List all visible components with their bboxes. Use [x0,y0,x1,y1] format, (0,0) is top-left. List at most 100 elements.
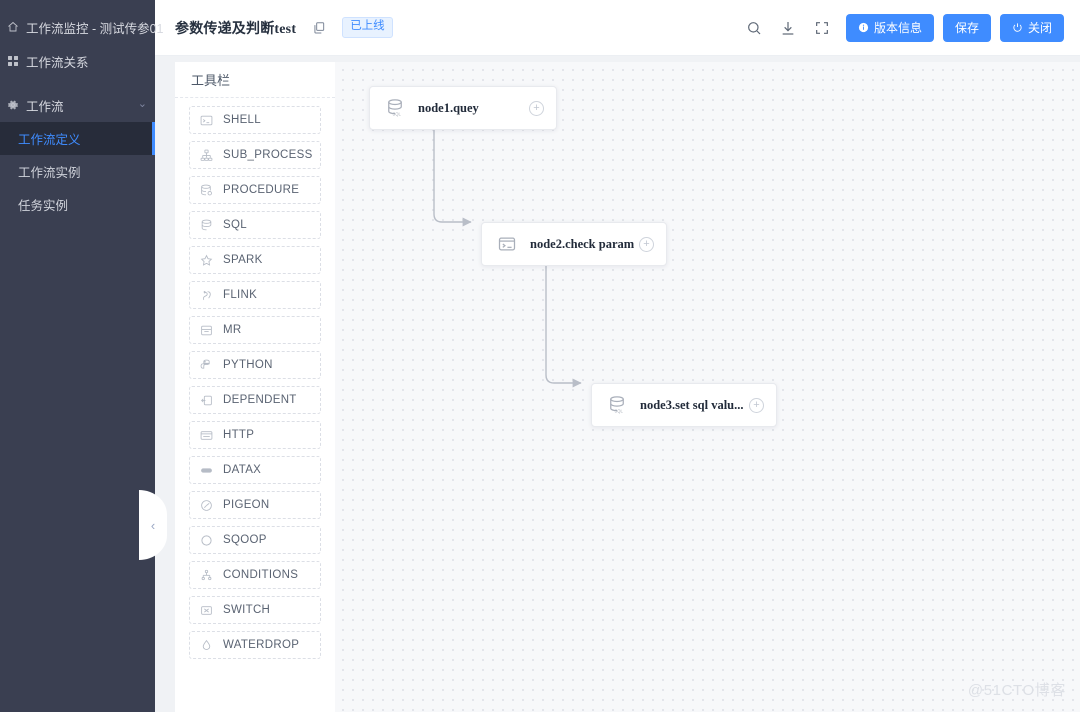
toolbar-panel: 工具栏 SHELL SUB_PROCESS PROCEDURE SQL SPAR… [175,62,335,712]
node-add-icon[interactable]: + [749,397,764,413]
toolbar-item-list: SHELL SUB_PROCESS PROCEDURE SQL SPARK FL… [175,98,335,676]
toolbar-item-procedure[interactable]: PROCEDURE [189,176,321,204]
monitor-icon [6,20,20,34]
toolbar-item-label: SUB_PROCESS [223,149,313,161]
toolbar-item-switch[interactable]: SWITCH [189,596,321,624]
toolbar-item-mr[interactable]: MR [189,316,321,344]
canvas-node-n1[interactable]: SQL node1.quey + [369,86,557,130]
save-button[interactable]: 保存 [942,13,991,42]
toolbar-item-label: DATAX [223,464,262,476]
canvas-node-label: node3.set sql valu... [640,397,744,412]
toolbar-item-label: DEPENDENT [223,394,297,406]
sitemap-icon [199,148,214,163]
download-icon[interactable] [773,13,803,43]
sidebar-item-label: 工作流关系 [26,55,89,70]
save-label: 保存 [954,21,979,35]
canvas-node-label: node2.check param [530,236,635,251]
workflow-canvas[interactable]: SQL node1.quey + node2.check param + SQL… [335,62,1080,712]
toolbar-item-spark[interactable]: SPARK [189,246,321,274]
sidebar-item-workflow-definition[interactable]: 工作流定义 [0,122,155,155]
python-icon [199,358,214,373]
info-icon [858,22,869,33]
svg-text:SQL: SQL [393,112,402,117]
chevron-down-icon: ⌄ [137,97,147,110]
page-title: 参数传递及判断test [175,21,297,37]
version-info-label: 版本信息 [873,21,922,35]
sidebar-item-workflow-instance[interactable]: 工作流实例 [0,155,155,188]
node-add-icon[interactable]: + [639,236,654,252]
toolbar-item-sql[interactable]: SQL [189,211,321,239]
toolbar-item-sub-process[interactable]: SUB_PROCESS [189,141,321,169]
sidebar-item-workflow-relation[interactable]: 工作流关系 [0,44,155,78]
toolbar-item-datax[interactable]: DATAX [189,456,321,484]
toolbar-title: 工具栏 [175,62,335,98]
toolbar-item-python[interactable]: PYTHON [189,351,321,379]
sidebar-group-workflow[interactable]: 工作流 ⌄ [0,88,155,122]
app-root: 工作流监控 - 测试传参01 工作流关系 工作流 ⌄ 工作流定义 工作流实例 任… [0,0,1080,712]
fullscreen-icon[interactable] [807,13,837,43]
dependent-icon [199,393,214,408]
toolbar-item-conditions[interactable]: CONDITIONS [189,561,321,589]
squirrel-icon [199,288,214,303]
sidebar-subitem-label: 工作流实例 [18,166,81,180]
toolbar-item-label: WATERDROP [223,639,300,651]
canvas-node-label: node1.quey [418,100,479,115]
toolbar-item-label: CONDITIONS [223,569,299,581]
status-badge: 已上线 [342,17,393,38]
sidebar-item-workflow-monitor[interactable]: 工作流监控 - 测试传参01 [0,10,164,44]
toolbar-item-label: SWITCH [223,604,271,616]
version-info-button[interactable]: 版本信息 [845,13,934,42]
toolbar-item-label: SHELL [223,114,261,126]
database-sql-icon: SQL [606,394,628,416]
toolbar-item-label: PROCEDURE [223,184,300,196]
copy-icon[interactable] [310,19,328,37]
close-button[interactable]: 关闭 [999,13,1064,42]
power-icon [1012,22,1023,33]
close-label: 关闭 [1027,21,1052,35]
toolbar-item-label: SPARK [223,254,263,266]
database-gear-icon [199,183,214,198]
pigeon-icon [199,498,214,513]
datax-pill-icon [199,463,214,478]
sidebar-group-label: 工作流 [26,99,64,114]
conditions-icon [199,568,214,583]
waterdrop-icon [199,638,214,653]
http-icon [199,428,214,443]
toolbar-item-label: HTTP [223,429,255,441]
toolbar-item-shell[interactable]: SHELL [189,106,321,134]
chevron-left-icon: ‹ [150,517,156,533]
workflow-gear-icon [6,98,20,112]
terminal-icon [496,233,518,255]
relation-grid-icon [6,54,20,68]
toolbar-item-label: PYTHON [223,359,273,371]
mr-card-icon [199,323,214,338]
toolbar-item-sqoop[interactable]: SQOOP [189,526,321,554]
main-area: 参数传递及判断test 已上线 版本信息 保存 关闭 工具栏 SHELL SUB… [155,0,1080,712]
toolbar-item-flink[interactable]: FLINK [189,281,321,309]
search-icon[interactable] [739,13,769,43]
node-add-icon[interactable]: + [529,100,544,116]
toolbar-item-http[interactable]: HTTP [189,421,321,449]
database-sql-icon: SQL [384,97,406,119]
circle-icon [199,533,214,548]
database-sql-icon [199,218,214,233]
sidebar-subitem-label: 任务实例 [18,199,69,213]
toolbar-item-label: FLINK [223,289,258,301]
sidebar-item-task-instance[interactable]: 任务实例 [0,188,155,221]
toolbar-item-label: SQOOP [223,534,267,546]
sidebar-subitem-label: 工作流定义 [18,133,81,147]
watermark: @51CTO博客 [967,682,1066,699]
toolbar-item-waterdrop[interactable]: WATERDROP [189,631,321,659]
toolbar-item-label: MR [223,324,242,336]
toolbar-item-pigeon[interactable]: PIGEON [189,491,321,519]
toolbar-item-dependent[interactable]: DEPENDENT [189,386,321,414]
canvas-node-n2[interactable]: node2.check param + [481,222,667,266]
editor-body: 工具栏 SHELL SUB_PROCESS PROCEDURE SQL SPAR… [155,56,1080,712]
sidebar-item-label: 工作流监控 - 测试传参01 [26,21,164,36]
toolbar-item-label: PIGEON [223,499,270,511]
toolbar-item-label: SQL [223,219,247,231]
svg-text:SQL: SQL [615,409,624,414]
page-header: 参数传递及判断test 已上线 版本信息 保存 关闭 [155,0,1080,56]
canvas-node-n3[interactable]: SQL node3.set sql valu... + [591,383,777,427]
sidebar: 工作流监控 - 测试传参01 工作流关系 工作流 ⌄ 工作流定义 工作流实例 任… [0,0,164,712]
